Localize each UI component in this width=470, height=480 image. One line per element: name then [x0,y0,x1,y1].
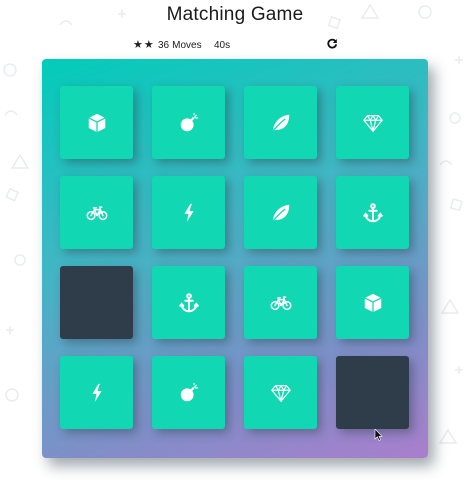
card[interactable] [152,86,225,159]
moves-count: 36 [158,40,170,51]
moves-label: Moves [172,40,202,51]
leaf-icon [270,112,292,134]
bicycle-icon [270,292,292,314]
star-rating: ★ ★ [133,39,154,51]
card[interactable] [152,176,225,249]
mouse-cursor [374,429,383,441]
card[interactable] [336,86,409,159]
card[interactable] [336,356,409,429]
card-deck [42,59,428,458]
star-icon: ★ [133,39,143,51]
star-icon: ★ [143,39,154,51]
card[interactable] [60,266,133,339]
bomb-icon [178,112,200,134]
card[interactable] [244,176,317,249]
restart-button[interactable] [326,38,338,50]
leaf-icon [270,202,292,224]
bolt-icon [86,382,108,404]
card[interactable] [336,266,409,339]
card[interactable] [60,86,133,159]
timer: 40s [214,40,230,51]
bolt-icon [178,202,200,224]
bomb-icon [178,382,200,404]
page-title: Matching Game [166,4,304,25]
card[interactable] [60,356,133,429]
bicycle-icon [86,202,108,224]
card[interactable] [244,266,317,339]
card[interactable] [152,266,225,339]
card[interactable] [336,176,409,249]
card[interactable] [60,176,133,249]
card[interactable] [152,356,225,429]
cube-icon [86,112,108,134]
restart-icon[interactable] [326,38,338,50]
card[interactable] [244,86,317,159]
timer-value: 40 [214,40,226,51]
cube-icon [362,292,384,314]
score-panel: ★ ★ 36 Moves 40s [133,38,343,53]
diamond-icon [270,382,292,404]
anchor-icon [178,292,200,314]
diamond-icon [362,112,384,134]
moves-counter: 36 Moves [158,40,202,51]
timer-unit: s [225,40,231,51]
card[interactable] [244,356,317,429]
anchor-icon [362,202,384,224]
